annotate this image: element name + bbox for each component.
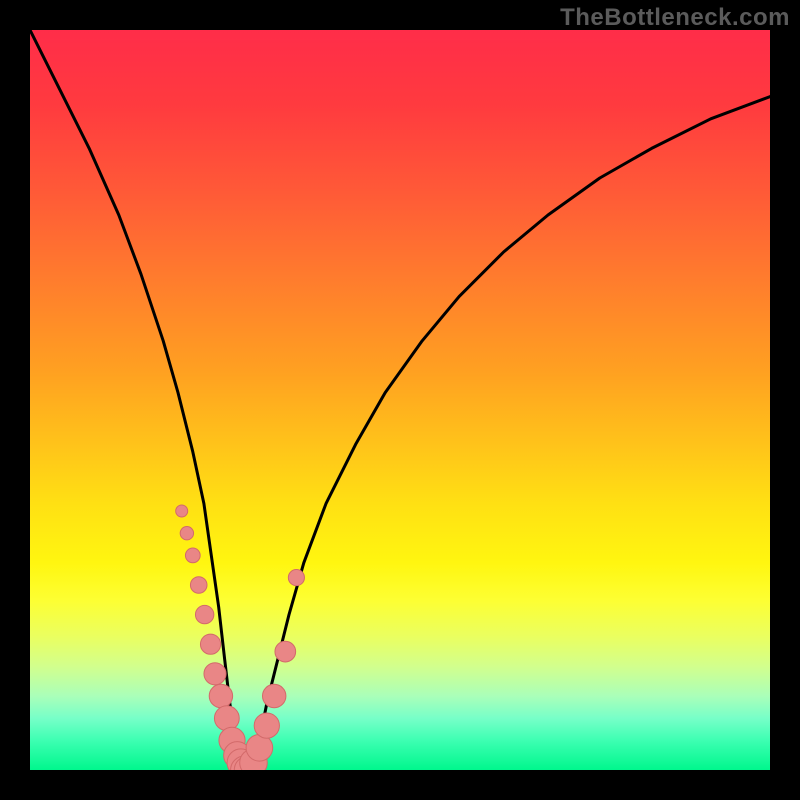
attribution-text: TheBottleneck.com — [560, 4, 790, 32]
marker-point — [180, 527, 193, 540]
chart-svg — [30, 30, 770, 770]
marker-point — [209, 684, 232, 707]
marker-point — [275, 641, 296, 662]
marker-point — [254, 713, 279, 738]
marker-point — [288, 570, 304, 586]
marker-point — [214, 706, 239, 731]
marker-point — [195, 605, 213, 623]
bottleneck-curve — [30, 30, 770, 770]
marker-point — [204, 663, 226, 685]
chart-container: TheBottleneck.com — [0, 0, 800, 800]
marker-point — [176, 505, 188, 517]
marker-point — [262, 684, 285, 707]
plot-area — [30, 30, 770, 770]
marker-point — [185, 548, 200, 563]
marker-point — [190, 577, 207, 594]
marker-point — [200, 634, 220, 654]
highlighted-points — [176, 505, 305, 770]
